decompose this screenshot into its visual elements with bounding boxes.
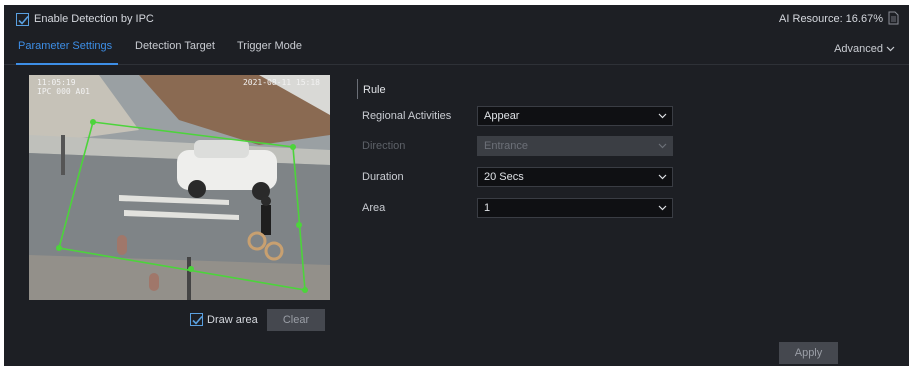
advanced-dropdown[interactable]: Advanced xyxy=(834,43,895,55)
settings-tabs: Parameter Settings Detection Target Trig… xyxy=(4,37,909,65)
enable-detection-label[interactable]: Enable Detection by IPC xyxy=(34,13,154,25)
tab-trigger-mode[interactable]: Trigger Mode xyxy=(237,40,302,52)
direction-select: Entrance xyxy=(477,136,673,156)
rule-section-title: Rule xyxy=(363,84,386,96)
draw-area-label[interactable]: Draw area xyxy=(207,314,258,326)
area-select[interactable]: 1 xyxy=(477,198,673,218)
ai-resource-text: AI Resource: 16.67% xyxy=(779,13,883,25)
chevron-down-icon xyxy=(658,174,667,180)
active-tab-underline xyxy=(16,63,118,65)
area-label: Area xyxy=(362,202,386,214)
duration-select[interactable]: 20 Secs xyxy=(477,167,673,187)
osd-timestamp: 2021-08-11 15:18 xyxy=(242,78,320,87)
area-value: 1 xyxy=(484,202,491,214)
detection-settings-panel: Enable Detection by IPC AI Resource: 16.… xyxy=(4,5,909,366)
enable-detection-checkbox[interactable] xyxy=(16,13,29,26)
osd-left-line-2: IPC 000 A01 xyxy=(37,87,90,96)
top-bar: Enable Detection by IPC AI Resource: 16.… xyxy=(4,5,909,35)
checkmark-icon xyxy=(18,15,29,25)
osd-left-line-1: 11:05:19 xyxy=(37,78,76,87)
chevron-down-icon xyxy=(658,143,667,149)
duration-value: 20 Secs xyxy=(484,171,524,183)
checkmark-icon xyxy=(192,315,203,325)
direction-value: Entrance xyxy=(484,140,529,152)
chevron-down-icon xyxy=(886,46,895,52)
regional-activities-select[interactable]: Appear xyxy=(477,106,673,126)
apply-button[interactable]: Apply xyxy=(779,342,838,364)
osd-left-text: 11:05:19 IPC 000 A01 xyxy=(37,78,90,96)
document-icon[interactable] xyxy=(888,11,899,25)
tab-parameter-settings[interactable]: Parameter Settings xyxy=(18,40,112,52)
duration-label: Duration xyxy=(362,171,404,183)
camera-preview[interactable]: 11:05:19 IPC 000 A01 2021-08-11 15:18 xyxy=(29,75,330,300)
regional-activities-value: Appear xyxy=(484,110,520,122)
direction-label: Direction xyxy=(362,140,406,152)
chevron-down-icon xyxy=(658,205,667,211)
tab-detection-target[interactable]: Detection Target xyxy=(135,40,215,52)
draw-area-checkbox[interactable] xyxy=(190,313,203,326)
camera-scene xyxy=(29,75,330,300)
advanced-label: Advanced xyxy=(834,43,883,55)
clear-button[interactable]: Clear xyxy=(267,309,325,331)
rule-section-marker xyxy=(357,79,358,99)
chevron-down-icon xyxy=(658,113,667,119)
regional-activities-label: Regional Activities xyxy=(362,110,452,122)
